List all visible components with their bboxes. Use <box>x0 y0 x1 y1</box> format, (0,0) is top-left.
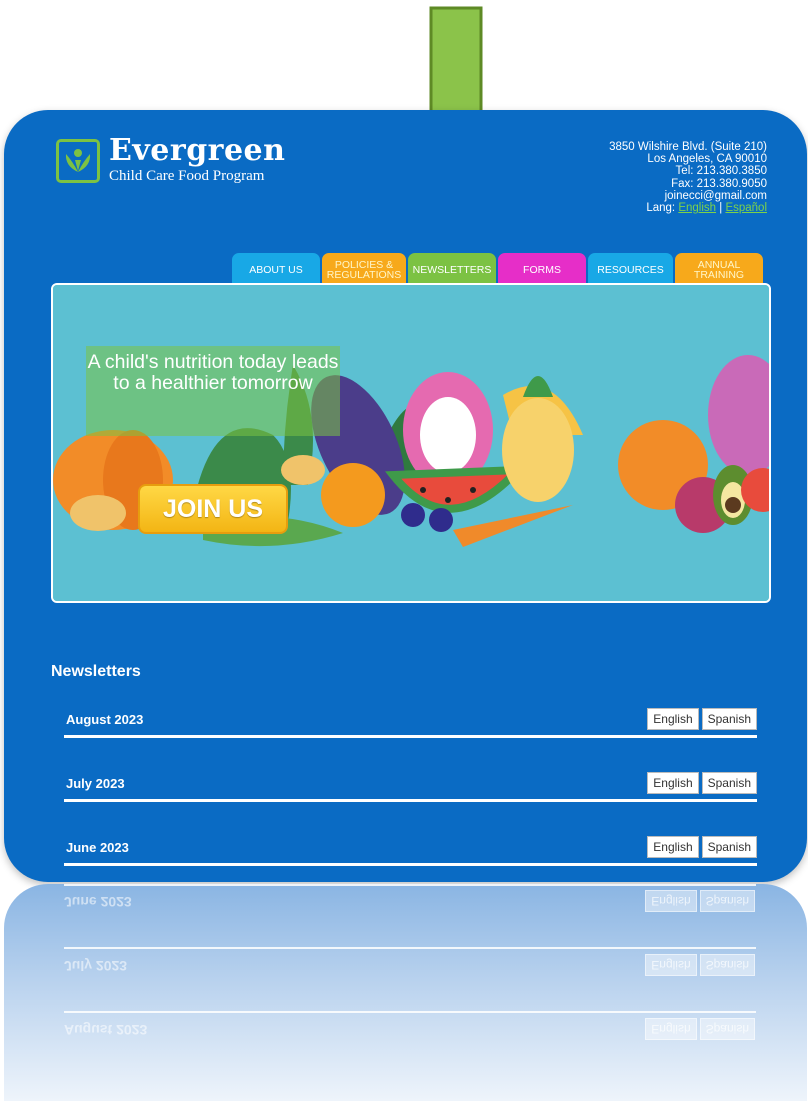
tab-about-us[interactable]: ABOUT US <box>232 253 320 283</box>
tab-policies[interactable]: POLICIES & REGULATIONS <box>322 253 406 283</box>
reflection-english: English <box>645 954 697 976</box>
reflection-month: August 2023 <box>64 1022 148 1038</box>
english-button[interactable]: English <box>647 708 699 730</box>
reflection-english: English <box>645 1018 697 1040</box>
fax: Fax: 213.380.9050 <box>671 177 767 190</box>
banner-tagline: A child's nutrition today leads to a hea… <box>86 346 340 436</box>
reflection-divider <box>64 884 756 886</box>
lang-spanish-link[interactable]: Español <box>725 202 767 214</box>
reflection-spanish: Spanish <box>699 890 755 912</box>
reflection-divider <box>64 947 756 949</box>
fruits-vegetables-illustration <box>53 285 769 601</box>
lang-english-link[interactable]: English <box>678 202 716 214</box>
newsletter-month: June 2023 <box>66 840 129 855</box>
address-line-1: 3850 Wilshire Blvd. (Suite 210) <box>609 141 767 153</box>
english-button[interactable]: English <box>647 836 699 858</box>
lang-label: Lang: <box>646 202 679 215</box>
tab-annual-training[interactable]: ANNUAL TRAINING <box>675 253 763 283</box>
newsletter-month: July 2023 <box>66 776 125 791</box>
logo[interactable]: Evergreen Child Care Food Program <box>56 136 285 186</box>
reflection-month: July 2023 <box>64 958 128 974</box>
spanish-button[interactable]: Spanish <box>701 836 757 858</box>
reflection-spanish: Spanish <box>699 954 755 976</box>
logo-title: Evergreen <box>109 133 286 168</box>
reflection-buttons: English Spanish <box>645 890 755 912</box>
divider <box>64 799 757 802</box>
spanish-button[interactable]: Spanish <box>701 772 757 794</box>
tab-forms[interactable]: FORMS <box>498 253 586 283</box>
child-leaf-icon <box>56 139 100 183</box>
hero-banner: A child's nutrition today leads to a hea… <box>51 283 771 603</box>
reflection-buttons: English Spanish <box>645 1018 755 1040</box>
join-us-button[interactable]: JOIN US <box>138 484 288 534</box>
divider <box>64 863 757 866</box>
newsletter-row: June 2023 English Spanish <box>64 836 757 882</box>
language-switcher: Lang: English | Español <box>609 202 767 214</box>
main-nav: ABOUT US POLICIES & REGULATIONS NEWSLETT… <box>232 253 765 283</box>
reflection-divider <box>64 1011 756 1013</box>
newsletter-month: August 2023 <box>66 712 144 727</box>
phone: Tel: 213.380.3850 <box>675 165 767 178</box>
spanish-button[interactable]: Spanish <box>701 708 757 730</box>
tab-resources[interactable]: RESOURCES <box>588 253 673 283</box>
newsletter-row: August 2023 English Spanish <box>64 708 757 768</box>
reflection-spanish: Spanish <box>699 1018 755 1040</box>
contact-info: 3850 Wilshire Blvd. (Suite 210) Los Ange… <box>609 141 767 214</box>
divider <box>64 735 757 738</box>
reflection-english: English <box>645 890 697 912</box>
reflection-month: June 2023 <box>64 894 132 910</box>
website-panel: Evergreen Child Care Food Program 3850 W… <box>4 110 807 882</box>
logo-subtitle: Child Care Food Program <box>109 168 265 184</box>
tab-newsletters[interactable]: NEWSLETTERS <box>408 253 496 283</box>
reflection-buttons: English Spanish <box>645 954 755 976</box>
newsletter-row: July 2023 English Spanish <box>64 772 757 832</box>
english-button[interactable]: English <box>647 772 699 794</box>
newsletters-heading: Newsletters <box>51 663 141 680</box>
address-line-2: Los Angeles, CA 90010 <box>647 153 767 166</box>
page-reflection: June 2023 English Spanish July 2023 Engli… <box>4 884 807 1101</box>
email[interactable]: joinecci@gmail.com <box>609 190 767 202</box>
